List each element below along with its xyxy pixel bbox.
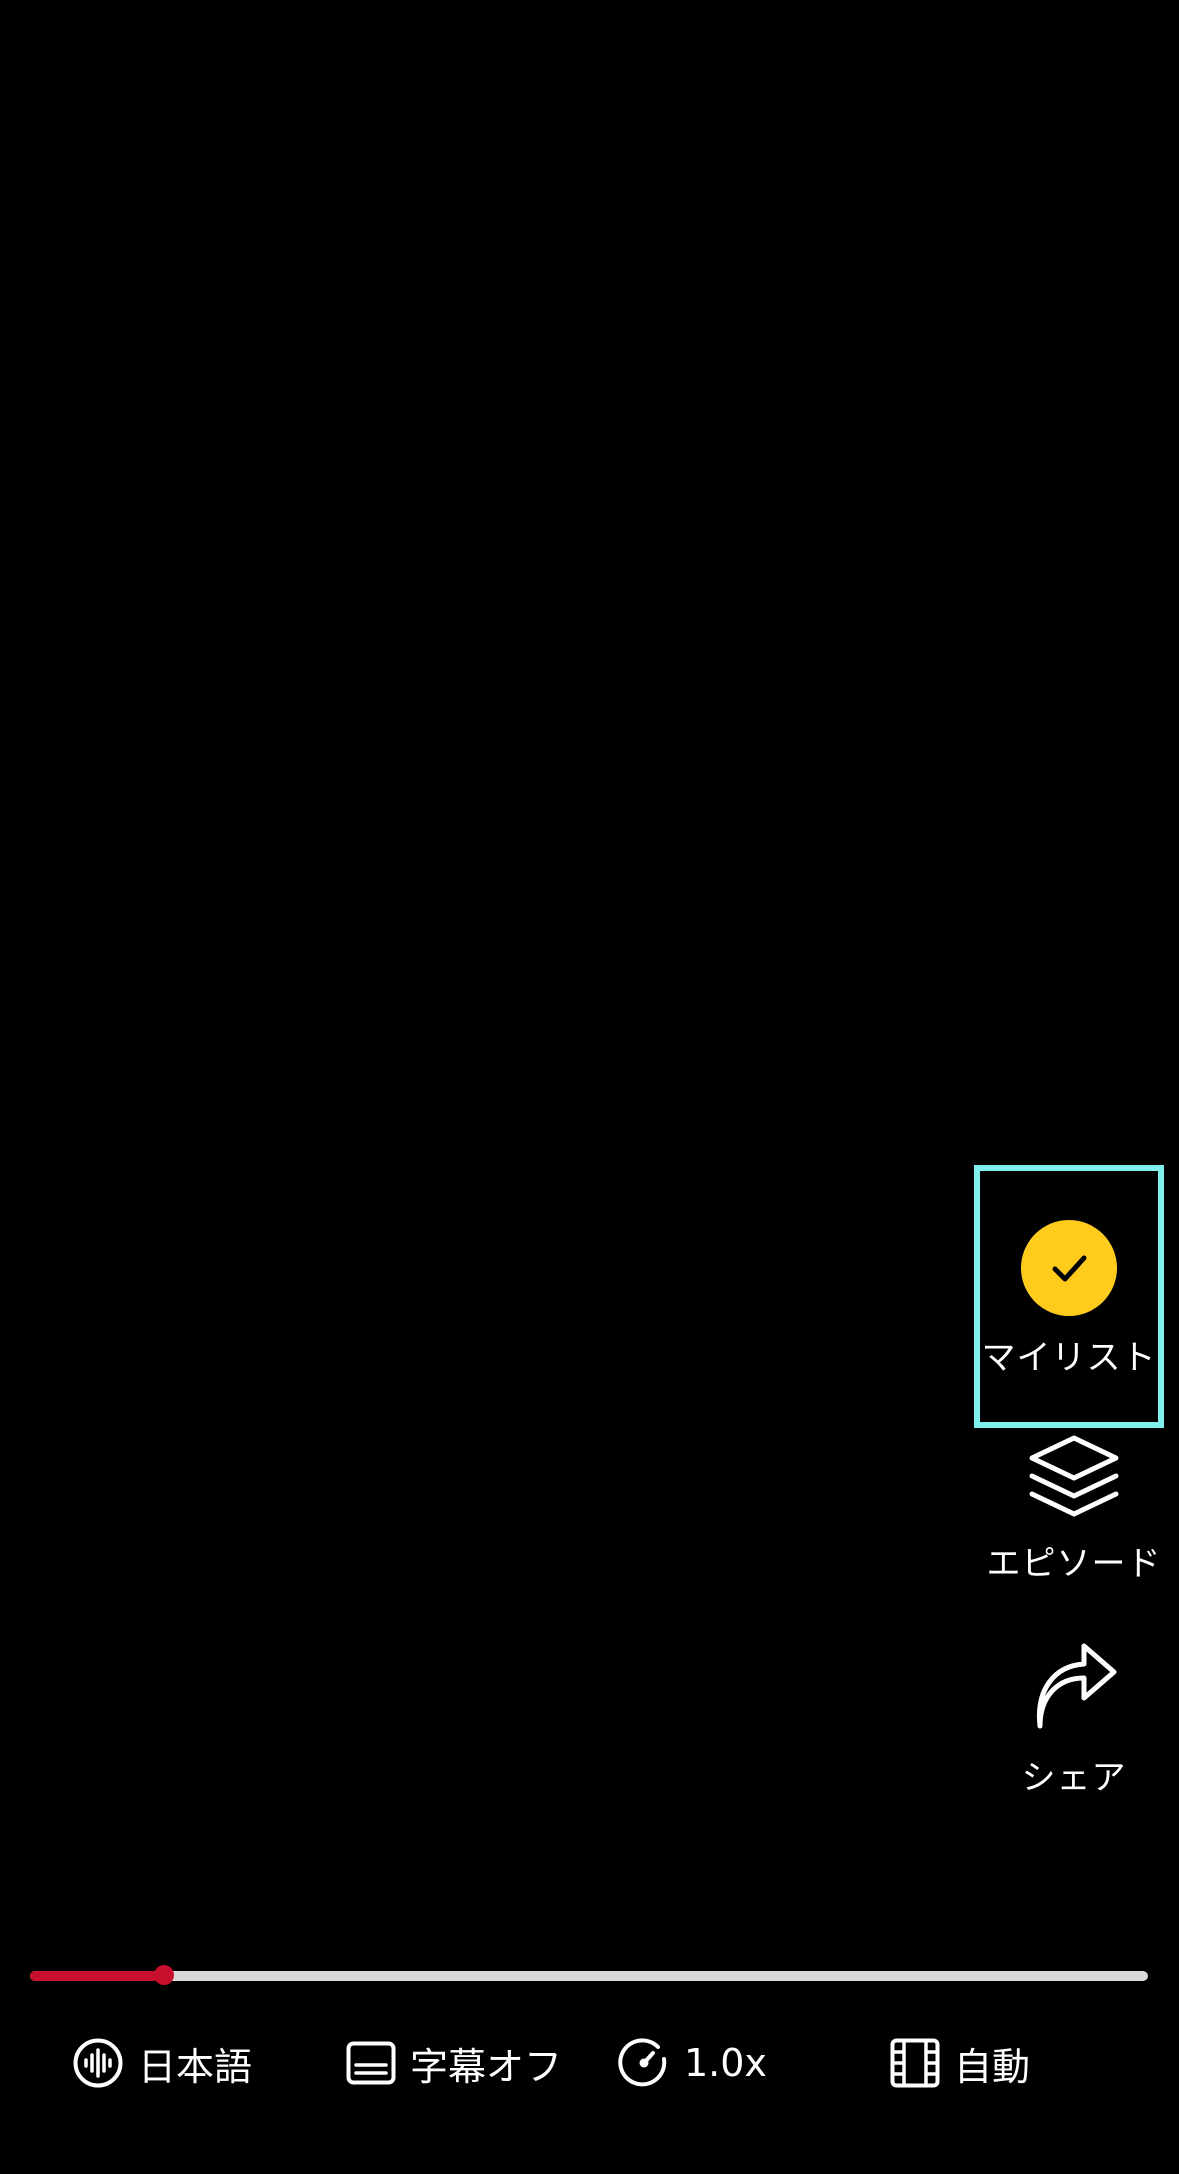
progress-fill <box>30 1971 165 1981</box>
audio-language-label: 日本語 <box>138 2044 253 2089</box>
layers-icon <box>1026 1432 1122 1522</box>
subtitles-icon <box>346 2041 396 2085</box>
speed-gauge-icon <box>618 2037 670 2089</box>
mylist-label: マイリスト <box>981 1338 1157 1378</box>
playback-speed-button[interactable]: 1.0x <box>618 2035 767 2091</box>
subtitles-label: 字幕オフ <box>410 2044 563 2089</box>
film-icon <box>890 2038 940 2088</box>
episodes-label: エピソード <box>986 1544 1162 1584</box>
audio-waveform-icon <box>72 2037 124 2089</box>
checkmark-circle-icon <box>1021 1220 1117 1316</box>
quality-label: 自動 <box>954 2044 1031 2089</box>
quality-button[interactable]: 自動 <box>890 2035 1030 2091</box>
playback-speed-label: 1.0x <box>684 2041 767 2085</box>
share-label: シェア <box>1021 1758 1127 1798</box>
audio-language-button[interactable]: 日本語 <box>72 2035 252 2091</box>
player-controls: 日本語 字幕オフ 1.0x 自動 <box>0 2035 1179 2091</box>
episodes-button[interactable]: エピソード <box>979 1432 1169 1585</box>
subtitles-button[interactable]: 字幕オフ <box>346 2035 562 2091</box>
share-button[interactable]: シェア <box>979 1640 1169 1799</box>
progress-track <box>30 1971 1148 1981</box>
progress-bar[interactable] <box>30 1965 1148 1985</box>
progress-scrubber[interactable] <box>154 1965 175 1985</box>
mylist-button[interactable]: マイリスト <box>974 1165 1164 1428</box>
share-arrow-icon <box>1026 1640 1122 1736</box>
